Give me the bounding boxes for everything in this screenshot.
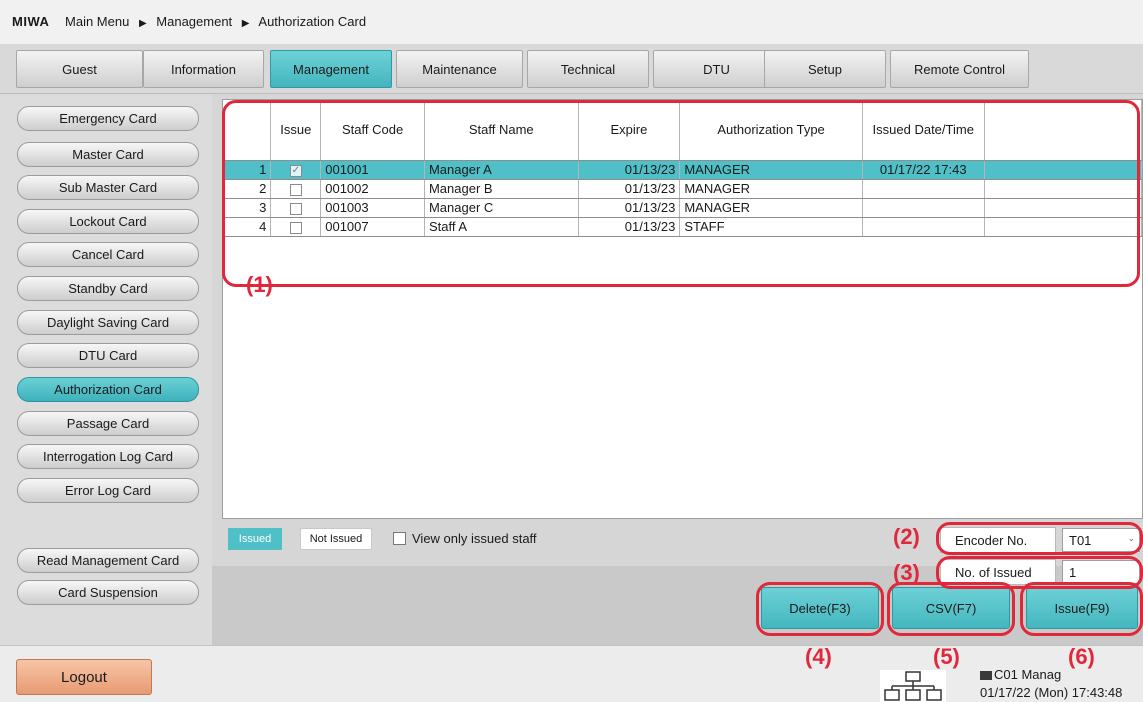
tab-dtu[interactable]: DTU (653, 50, 780, 88)
callout-number-4: (4) (805, 644, 832, 669)
sidebar-item-sub-master-card[interactable]: Sub Master Card (17, 175, 199, 200)
terminal-status: C01 Manag 01/17/22 (Mon) 17:43:48 (980, 666, 1122, 702)
network-icon (880, 670, 946, 702)
brand-logo: MIWA (12, 14, 50, 29)
tab-setup[interactable]: Setup (764, 50, 886, 88)
status-datetime: 01/17/22 (Mon) 17:43:48 (980, 685, 1123, 700)
sidebar-item-master-card[interactable]: Master Card (17, 142, 199, 167)
sidebar-item-emergency-card[interactable]: Emergency Card (17, 106, 199, 131)
tab-maintenance[interactable]: Maintenance (396, 50, 523, 88)
computer-icon (980, 671, 992, 681)
terminal-line: C01 Manag (980, 666, 1122, 684)
top-bar: MIWA Main Menu ▶ Management ▶ Authorizat… (0, 0, 1143, 44)
status-bar (0, 645, 1143, 702)
breadcrumb-arrow-icon: ▶ (138, 18, 147, 29)
sidebar-item-error-log-card[interactable]: Error Log Card (17, 478, 199, 503)
tab-technical[interactable]: Technical (527, 50, 649, 88)
callout-number-5: (5) (933, 644, 960, 669)
tab-management[interactable]: Management (270, 50, 392, 88)
tab-information[interactable]: Information (143, 50, 264, 88)
callout-csv (887, 582, 1015, 636)
logout-button[interactable]: Logout (16, 659, 152, 695)
legend-issued: Issued (228, 528, 282, 550)
sidebar-item-passage-card[interactable]: Passage Card (17, 411, 199, 436)
sidebar-item-authorization-card[interactable]: Authorization Card (17, 377, 199, 402)
breadcrumb-arrow-icon: ▶ (241, 18, 250, 29)
callout-number-2: (2) (893, 524, 920, 549)
breadcrumb: MIWA Main Menu ▶ Management ▶ Authorizat… (12, 14, 366, 29)
sidebar-item-daylight-saving-card[interactable]: Daylight Saving Card (17, 310, 199, 335)
sidebar-item-interrogation-log-card[interactable]: Interrogation Log Card (17, 444, 199, 469)
card-suspension-button[interactable]: Card Suspension (17, 580, 199, 605)
tab-guest[interactable]: Guest (16, 50, 143, 88)
breadcrumb-current: Authorization Card (258, 14, 367, 29)
view-only-issued-label: View only issued staff (412, 531, 537, 546)
sidebar-item-standby-card[interactable]: Standby Card (17, 276, 199, 301)
sidebar-item-cancel-card[interactable]: Cancel Card (17, 242, 199, 267)
legend-not-issued: Not Issued (300, 528, 372, 550)
callout-encoder (936, 522, 1143, 555)
checkbox-icon[interactable] (393, 532, 406, 545)
breadcrumb-main-menu[interactable]: Main Menu (65, 14, 129, 29)
sidebar-item-lockout-card[interactable]: Lockout Card (17, 209, 199, 234)
callout-number-6: (6) (1068, 644, 1095, 669)
tab-remote-control[interactable]: Remote Control (890, 50, 1029, 88)
callout-issue (1020, 582, 1143, 636)
breadcrumb-management[interactable]: Management (156, 14, 232, 29)
callout-table (222, 100, 1140, 287)
read-management-card-button[interactable]: Read Management Card (17, 548, 199, 573)
terminal-name: C01 Manag (994, 667, 1062, 682)
view-only-issued-checkbox[interactable]: View only issued staff (393, 531, 537, 546)
callout-number-1: (1) (246, 272, 273, 297)
callout-delete (756, 582, 884, 636)
menu-tabs: Guest Information Management Maintenance… (0, 44, 1143, 94)
sidebar-item-dtu-card[interactable]: DTU Card (17, 343, 199, 368)
